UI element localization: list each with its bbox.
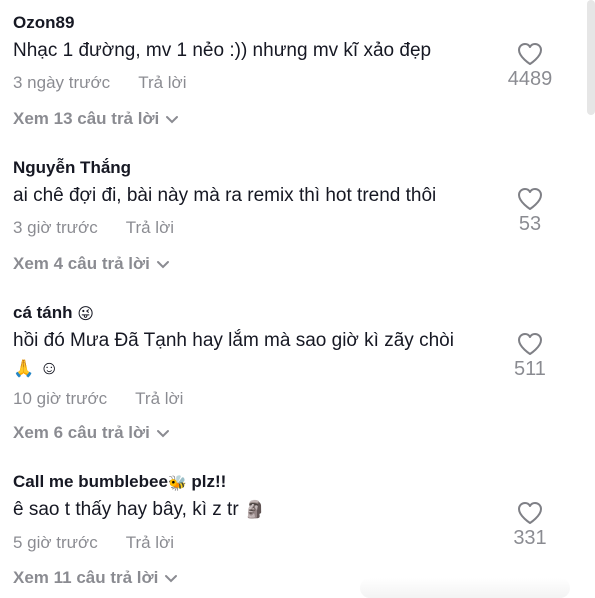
comment-text-line2: 🙏 ☺ (13, 358, 59, 380)
comment-username[interactable]: Ozon89 (13, 13, 74, 33)
heart-outline-icon (500, 187, 560, 211)
comment-username[interactable]: Call me bumblebee (13, 472, 168, 491)
comment-meta: 3 giờ trước Trả lời (13, 218, 174, 238)
like-button[interactable]: 53 (500, 187, 560, 236)
view-replies-button[interactable]: Xem 13 câu trả lời (13, 109, 179, 130)
like-count: 53 (518, 213, 542, 235)
comment-text: Nhạc 1 đường, mv 1 nẻo :)) nhưng mv kĩ x… (13, 40, 432, 61)
like-button[interactable]: 331 (500, 501, 560, 550)
view-replies-label: Xem 6 câu trả lời (13, 423, 150, 442)
comment-meta: 10 giờ trước Trả lời (13, 389, 183, 409)
comment-time: 3 ngày trước (13, 73, 111, 92)
heart-outline-icon (500, 42, 560, 66)
chevron-down-icon (165, 110, 179, 130)
view-replies-label: Xem 4 câu trả lời (13, 254, 150, 273)
heart-outline-icon (500, 501, 560, 525)
chevron-down-icon (156, 255, 170, 275)
like-count: 331 (513, 527, 547, 549)
chevron-down-icon (156, 424, 170, 444)
comment-username[interactable]: Nguyễn Thắng (13, 158, 131, 178)
like-button[interactable]: 4489 (500, 42, 560, 91)
reply-button[interactable]: Trả lời (126, 218, 174, 237)
scrollbar[interactable] (587, 0, 595, 115)
praying-hands-emoji-icon: 🙏 (13, 358, 35, 378)
view-replies-button[interactable]: Xem 4 câu trả lời (13, 254, 170, 275)
view-replies-button[interactable]: Xem 11 câu trả lời (13, 568, 178, 589)
comment-text: ai chê đợi đi, bài này mà ra remix thì h… (13, 185, 437, 206)
chevron-down-icon (164, 569, 178, 589)
like-count: 4489 (507, 68, 553, 90)
reply-button[interactable]: Trả lời (138, 73, 186, 92)
view-replies-button[interactable]: Xem 6 câu trả lời (13, 423, 170, 444)
comment-time: 5 giờ trước (13, 533, 98, 552)
reply-button[interactable]: Trả lời (126, 533, 174, 552)
comment-username-row: cá tánh 😜 (13, 303, 94, 324)
comment-username-suffix: plz!! (191, 472, 227, 491)
moai-emoji-icon: 🗿 (243, 499, 266, 519)
comment-time: 10 giờ trước (13, 389, 108, 408)
comment-text: hồi đó Mưa Đã Tạnh hay lắm mà sao giờ kì… (13, 330, 454, 351)
squinting-face-emoji-icon: 😜 (77, 305, 94, 323)
like-button[interactable]: 511 (500, 332, 560, 381)
comment-username[interactable]: cá tánh (13, 303, 73, 322)
comment-meta: 5 giờ trước Trả lời (13, 533, 174, 553)
like-count: 511 (514, 358, 546, 380)
bee-emoji-icon: 🐝 (167, 474, 187, 492)
reply-button[interactable]: Trả lời (135, 389, 183, 408)
comment-time: 3 giờ trước (13, 218, 98, 237)
comment-meta: 3 ngày trước Trả lời (13, 73, 186, 93)
bottom-overlay (360, 578, 570, 598)
comment-text: ê sao t thấy hay bây, kì z tr (13, 499, 239, 520)
heart-outline-icon (500, 332, 560, 356)
view-replies-label: Xem 11 câu trả lời (13, 568, 159, 587)
smile-symbol: ☺ (39, 358, 59, 379)
view-replies-label: Xem 13 câu trả lời (13, 109, 160, 128)
comment-text-row: ê sao t thấy hay bây, kì z tr 🗿 (13, 499, 265, 521)
comment-username-row: Call me bumblebee🐝 plz!! (13, 472, 226, 492)
